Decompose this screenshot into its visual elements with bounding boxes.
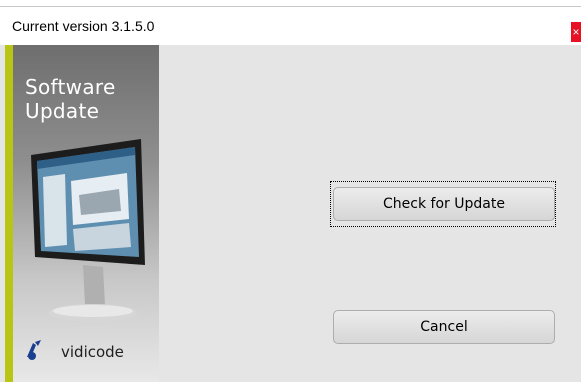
monitor-icon xyxy=(31,139,145,322)
banner-accent-stripe xyxy=(5,45,13,382)
window-title: Current version 3.1.5.0 xyxy=(12,18,155,34)
close-icon: × xyxy=(572,25,580,39)
brand-row: vidicode xyxy=(23,335,163,365)
brand-name: vidicode xyxy=(61,343,124,361)
banner-title-line1: Software xyxy=(25,75,116,99)
check-for-update-button[interactable]: Check for Update xyxy=(333,187,555,221)
top-border xyxy=(0,0,581,7)
close-button[interactable]: × xyxy=(571,22,581,42)
cancel-button[interactable]: Cancel xyxy=(333,310,555,344)
update-banner: Software Update vidicode xyxy=(5,45,159,382)
banner-title-line2: Update xyxy=(25,99,100,123)
title-bar: Current version 3.1.5.0 × xyxy=(0,7,581,45)
vidicode-logo-icon xyxy=(27,340,41,360)
banner-title: Software Update xyxy=(25,75,116,123)
dialog-body: Software Update vidicode Check for Updat… xyxy=(0,45,581,382)
